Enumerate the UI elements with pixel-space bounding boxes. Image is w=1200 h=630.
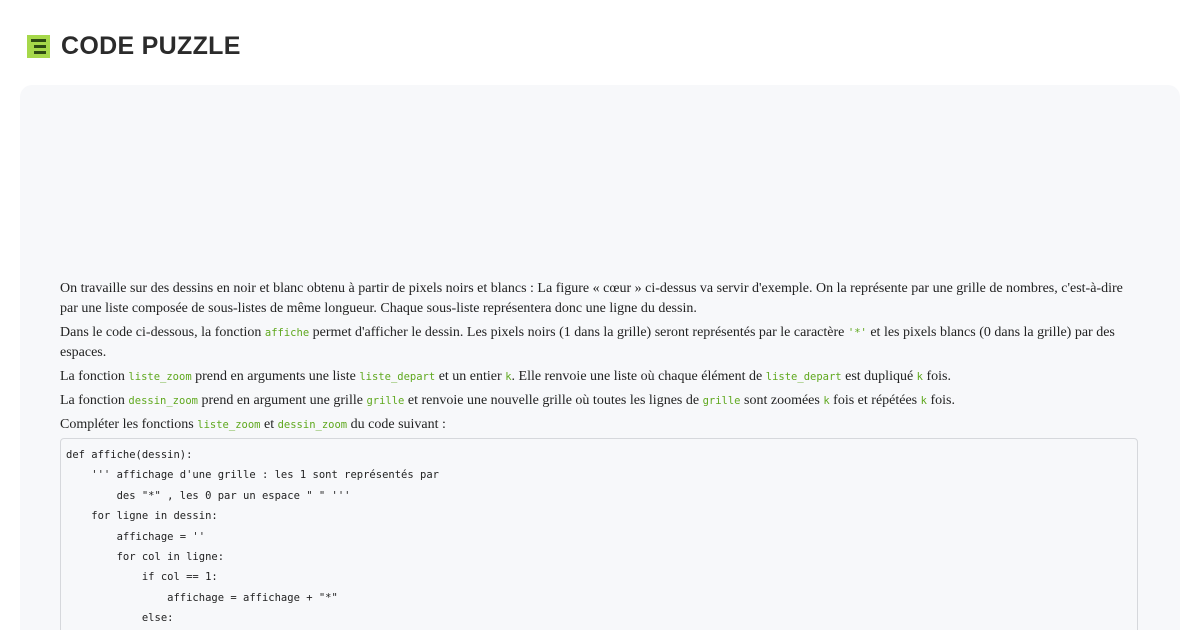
instruction-text: et un entier bbox=[435, 369, 506, 384]
code-keyword: affiche bbox=[264, 327, 310, 339]
code-keyword: liste_zoom bbox=[197, 419, 261, 431]
code-line[interactable]: else: bbox=[66, 608, 1132, 628]
page-title: CODE PUZZLE bbox=[61, 31, 241, 60]
code-keyword: liste_depart bbox=[359, 371, 436, 383]
code-line[interactable]: for col in ligne: bbox=[66, 547, 1132, 567]
code-line[interactable]: ''' affichage d'une grille : les 1 sont … bbox=[66, 465, 1132, 485]
instruction-text: La fonction bbox=[60, 393, 129, 408]
instruction-paragraph-4: La fonction dessin_zoom prend en argumen… bbox=[60, 391, 1142, 411]
code-line[interactable]: if col == 1: bbox=[66, 567, 1132, 587]
instruction-text: Compléter les fonctions bbox=[60, 417, 198, 432]
instruction-text: . Elle renvoie une liste où chaque éléme… bbox=[511, 369, 766, 384]
instruction-paragraph-2: Dans le code ci-dessous, la fonction aff… bbox=[60, 323, 1142, 363]
instruction-paragraph-1: On travaille sur des dessins en noir et … bbox=[60, 279, 1142, 319]
code-keyword: liste_depart bbox=[765, 371, 842, 383]
instruction-paragraph-3: La fonction liste_zoom prend en argument… bbox=[60, 367, 1142, 387]
instruction-text: et bbox=[260, 417, 278, 432]
instructions: On travaille sur des dessins en noir et … bbox=[60, 279, 1142, 439]
instruction-text: du code suivant : bbox=[347, 417, 446, 432]
code-puzzle-logo-icon bbox=[27, 34, 50, 58]
instruction-text: est dupliqué bbox=[841, 369, 917, 384]
code-line[interactable]: def affiche(dessin): bbox=[66, 445, 1132, 465]
code-keyword: grille bbox=[702, 395, 741, 407]
instruction-text: Dans le code ci-dessous, la fonction bbox=[60, 325, 265, 340]
code-line[interactable]: affichage = affichage + "*" bbox=[66, 588, 1132, 608]
code-keyword: liste_zoom bbox=[128, 371, 192, 383]
instruction-text: La fonction bbox=[60, 369, 129, 384]
instruction-text: fois. bbox=[926, 393, 955, 408]
instruction-text: prend en argument une grille bbox=[197, 393, 367, 408]
instruction-text: fois et répétées bbox=[829, 393, 921, 408]
instruction-text: fois. bbox=[923, 369, 952, 384]
page-header: CODE PUZZLE bbox=[27, 30, 241, 62]
code-editor[interactable]: def affiche(dessin): ''' affichage d'une… bbox=[60, 438, 1138, 630]
instruction-paragraph-5: Compléter les fonctions liste_zoom et de… bbox=[60, 415, 1142, 435]
instruction-text: prend en arguments une liste bbox=[191, 369, 360, 384]
code-keyword: dessin_zoom bbox=[277, 419, 348, 431]
instruction-text: et renvoie une nouvelle grille où toutes… bbox=[404, 393, 703, 408]
code-keyword: grille bbox=[366, 395, 405, 407]
code-line[interactable]: for ligne in dessin: bbox=[66, 506, 1132, 526]
instruction-text: sont zoomées bbox=[740, 393, 824, 408]
code-line[interactable]: des "*" , les 0 par un espace " " ''' bbox=[66, 486, 1132, 506]
code-keyword: dessin_zoom bbox=[128, 395, 198, 407]
code-keyword: '*' bbox=[847, 327, 867, 339]
instruction-text: permet d'afficher le dessin. Les pixels … bbox=[309, 325, 848, 340]
code-line[interactable]: affichage = '' bbox=[66, 527, 1132, 547]
instruction-text: On travaille sur des dessins en noir et … bbox=[60, 281, 1123, 316]
